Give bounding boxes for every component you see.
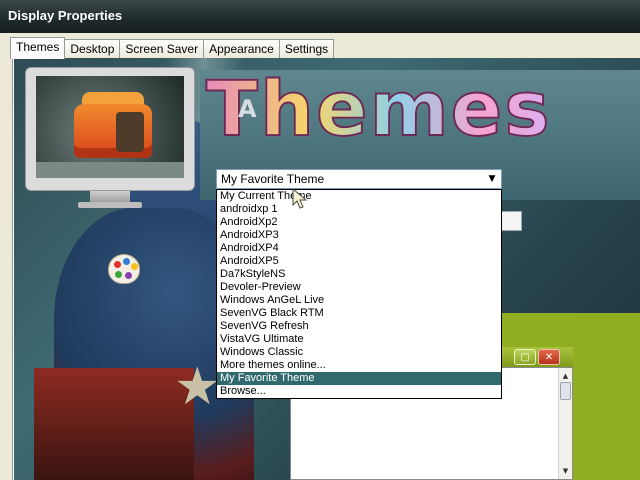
theme-select-value: My Favorite Theme: [221, 172, 325, 186]
theme-option[interactable]: Windows AnGeL Live: [217, 294, 501, 307]
theme-option[interactable]: AndroidXP4: [217, 242, 501, 255]
window-title: Display Properties: [8, 8, 123, 23]
tab-strip: Themes Desktop Screen Saver Appearance S…: [10, 37, 335, 59]
theme-option-selected[interactable]: My Favorite Theme: [217, 372, 501, 385]
theme-option[interactable]: VistaVG Ultimate: [217, 333, 501, 346]
theme-option[interactable]: My Current Theme: [217, 190, 501, 203]
tab-themes[interactable]: Themes: [10, 37, 66, 59]
tab-settings[interactable]: Settings: [278, 39, 335, 59]
display-properties-window: Display Properties Themes Desktop Screen…: [0, 0, 640, 480]
theme-option-more-online[interactable]: More themes online...: [217, 359, 501, 372]
theme-option[interactable]: androidxp 1: [217, 203, 501, 216]
scroll-up-icon[interactable]: ▲: [559, 370, 572, 382]
helmet-letter: A: [238, 95, 257, 123]
dropdown-arrow-icon[interactable]: ▼: [484, 171, 500, 187]
monitor-screen: [36, 76, 184, 178]
title-bar: Display Properties: [0, 0, 640, 33]
banner-title: Themes: [205, 70, 551, 154]
star-icon: ★: [174, 357, 221, 417]
scene-floor: [36, 162, 184, 178]
vertical-scrollbar[interactable]: ▲ ▼: [558, 368, 572, 479]
close-icon[interactable]: ✕: [538, 349, 560, 365]
theme-option[interactable]: AndroidXp2: [217, 216, 501, 229]
hero-stripes: [34, 368, 194, 480]
theme-option[interactable]: AndroidXP5: [217, 255, 501, 268]
tab-appearance[interactable]: Appearance: [203, 39, 280, 59]
hidden-textbox: [500, 211, 522, 231]
maximize-icon[interactable]: ▢: [514, 349, 536, 365]
theme-option[interactable]: SevenVG Black RTM: [217, 307, 501, 320]
mouse-pointer-icon: [292, 188, 308, 209]
theme-option-browse[interactable]: Browse...: [217, 385, 501, 398]
theme-select[interactable]: My Favorite Theme ▼: [216, 169, 502, 189]
theme-option[interactable]: SevenVG Refresh: [217, 320, 501, 333]
theme-option[interactable]: Devoler-Preview: [217, 281, 501, 294]
scroll-thumb[interactable]: [560, 382, 571, 400]
tab-desktop[interactable]: Desktop: [64, 39, 121, 59]
theme-option[interactable]: Windows Classic: [217, 346, 501, 359]
scroll-down-icon[interactable]: ▼: [559, 465, 572, 477]
theme-option[interactable]: AndroidXP3: [217, 229, 501, 242]
theme-dropdown-list: My Current Theme androidxp 1 AndroidXp2 …: [216, 189, 502, 399]
tab-screen-saver[interactable]: Screen Saver: [119, 39, 205, 59]
paint-palette-icon[interactable]: [108, 254, 140, 284]
theme-option[interactable]: Da7kStyleNS: [217, 268, 501, 281]
armchair-cloth: [116, 112, 144, 152]
monitor-preview: [25, 67, 195, 191]
monitor-stand-base: [78, 202, 142, 208]
